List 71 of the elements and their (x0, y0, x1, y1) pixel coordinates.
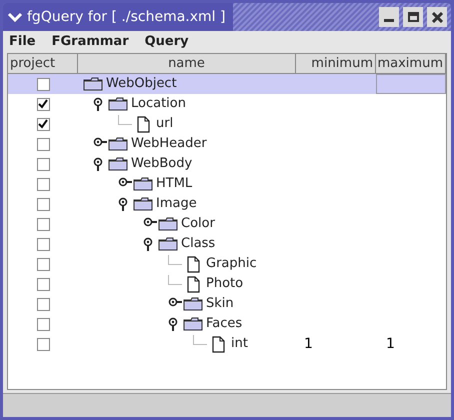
table-cell-text: 1 (386, 334, 395, 354)
checkbox[interactable] (36, 258, 50, 270)
file-icon (186, 256, 200, 272)
node-label: url (156, 115, 174, 134)
checkbox[interactable] (36, 118, 50, 130)
checkbox[interactable] (36, 338, 50, 350)
tree-row[interactable]: Image (8, 194, 446, 214)
node-label: Color (181, 215, 215, 234)
checkbox[interactable] (36, 298, 50, 310)
tree-row[interactable]: Class (8, 234, 446, 254)
checkbox[interactable] (36, 198, 50, 210)
node-label: Photo (206, 275, 244, 294)
window-menu-icon[interactable] (7, 11, 23, 23)
file-icon (136, 116, 150, 132)
node-label: HTML (156, 175, 192, 194)
folder-icon (158, 217, 178, 231)
node-label: int (231, 335, 248, 354)
tree-row[interactable]: WebHeader (8, 134, 446, 154)
checkbox[interactable] (36, 218, 50, 230)
tree-row[interactable]: int 1 1 (8, 334, 446, 354)
node-label: Class (181, 235, 216, 254)
node-label: WebHeader (131, 135, 207, 154)
checkbox[interactable] (36, 238, 50, 250)
column-header[interactable]: maximum (376, 54, 446, 74)
checkbox[interactable] (36, 138, 50, 150)
folder-icon (133, 197, 153, 211)
column-header[interactable]: minimum (296, 54, 376, 74)
checkbox[interactable] (36, 178, 50, 190)
folder-icon (108, 97, 128, 111)
file-icon (212, 336, 224, 352)
checkbox[interactable] (36, 278, 50, 290)
folder-icon (108, 137, 128, 151)
node-label: Location (131, 95, 186, 114)
node-label: WebObject (106, 75, 177, 94)
maximize-button[interactable] (403, 7, 423, 27)
window-title: fgQuery for [ ./schema.xml ] (27, 8, 226, 26)
column-header[interactable]: name (78, 54, 296, 74)
tree-row[interactable]: Color (8, 214, 446, 234)
folder-icon (183, 317, 203, 331)
node-label: Skin (206, 295, 234, 314)
menu-item[interactable]: FGrammar (52, 32, 129, 52)
file-icon (186, 276, 200, 292)
tree-row[interactable]: WebBody (8, 154, 446, 174)
checkbox[interactable] (36, 158, 50, 170)
tree-row[interactable]: HTML (8, 174, 446, 194)
tree-row[interactable]: Skin (8, 294, 446, 314)
tree-row[interactable]: Photo (8, 274, 446, 294)
tree-row[interactable]: url (8, 114, 446, 134)
node-label: Faces (206, 315, 242, 334)
node-label: Image (156, 195, 197, 214)
table-cell: 1 (304, 336, 313, 352)
menu-item[interactable]: Query (144, 32, 189, 52)
folder-icon (83, 77, 103, 91)
folder-icon (183, 297, 203, 311)
tree-row[interactable]: Graphic (8, 254, 446, 274)
checkbox[interactable] (36, 98, 50, 110)
close-button[interactable] (427, 7, 447, 27)
column-header[interactable]: project (8, 54, 78, 74)
tree-row[interactable]: Location (8, 94, 446, 114)
node-label: Graphic (206, 255, 257, 274)
folder-icon (108, 157, 128, 171)
minimize-button[interactable] (379, 7, 399, 27)
node-label: WebBody (131, 155, 192, 174)
checkbox[interactable] (36, 78, 50, 90)
menu-item[interactable]: File (9, 32, 36, 52)
tree-row[interactable]: Faces (8, 314, 446, 334)
folder-icon (158, 237, 178, 251)
close-icon (432, 12, 442, 22)
tree-row[interactable]: WebObject (8, 74, 446, 94)
folder-icon (133, 177, 153, 191)
checkbox[interactable] (36, 318, 50, 330)
